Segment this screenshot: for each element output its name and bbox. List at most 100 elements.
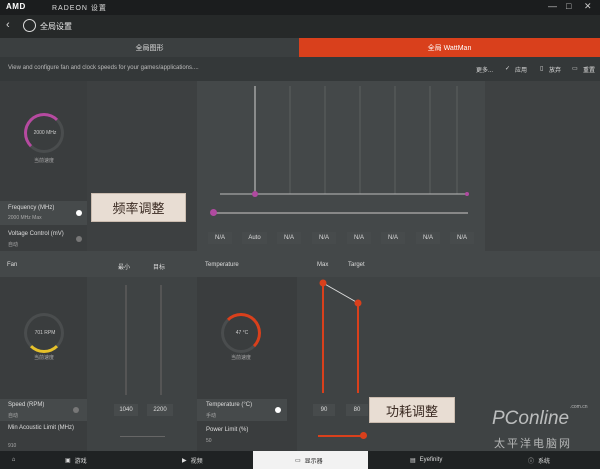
eyefinity-icon: ▤ [410,457,416,464]
globe-icon [23,19,36,32]
nav-video[interactable]: ▶ 视频 [137,451,253,469]
home-button[interactable]: ⌂ [0,451,27,469]
state-chip[interactable]: N/A [347,232,371,244]
nav-system[interactable]: ⓘ 系统 [483,451,600,469]
fan-min-value[interactable]: 1040 [114,404,138,416]
nav-display-label: 显示器 [304,458,323,465]
min-acoustic-value: 910 [8,443,17,449]
nav-system-label: 系统 [538,458,551,465]
fan-target-slider[interactable] [160,285,162,395]
min-acoustic-row[interactable]: Min Acoustic Limit (MHz) 910 [0,422,87,451]
power-limit-label: Power Limit (%) [206,427,249,433]
temperature-gauge-label: 当前速度 [230,355,251,361]
state-chip[interactable]: Auto [242,232,267,244]
frequency-chart [220,86,469,197]
state-chip[interactable]: N/A [416,232,440,244]
temp-target-handle[interactable] [354,299,362,307]
fan-gauge-value: 701 RPM [34,330,56,336]
frequency-toggle[interactable] [76,210,82,216]
frequency-row[interactable]: Frequency (MHz) 2000 MHz Max [0,201,87,225]
frequency-point[interactable] [465,192,469,196]
frequency-value: 2000 MHz Max [8,215,42,221]
check-icon: ✓ [505,66,511,72]
temp-max-value[interactable]: 90 [313,404,335,416]
watermark-cn: 太平洋电脑网 [494,438,572,450]
gpu-clock-gauge-label: 当前速度 [33,158,54,164]
power-adjust-callout: 功耗调整 [369,397,455,423]
fan-gauge-label: 当前速度 [33,355,54,361]
close-button[interactable]: ✕ [584,1,592,12]
fan-min-header: 最小 [118,265,131,271]
fan-speed-row[interactable]: Speed (RPM) 自动 [0,399,87,421]
back-arrow-icon[interactable]: ‹ [6,19,10,31]
temperature-section-label: Temperature [205,262,239,268]
voltage-value: 自动 [8,242,19,248]
gpu-right-panel [485,81,600,251]
fan-min-slider[interactable] [125,285,127,395]
state-chip[interactable]: N/A [381,232,405,244]
frequency-label: Frequency (MHz) [8,205,55,211]
column-header-row [0,251,600,277]
fan-section-label: Fan [7,262,18,268]
power-limit-value: 50 [206,438,212,444]
temp-max-handle[interactable] [319,279,327,287]
bottom-nav: ⌂ ▣ 游戏 ▶ 视频 ▭ 显示器 ▤ Eyefinity ⓘ 系统 [0,451,600,469]
temperature-row[interactable]: Temperature (°C) 手动 [197,399,287,421]
nav-gaming-label: 游戏 [74,458,87,465]
nav-eyefinity[interactable]: ▤ Eyefinity [368,451,483,469]
gpu-clock-panel [0,81,87,251]
state-chip[interactable]: N/A [312,232,336,244]
temp-target-value[interactable]: 80 [346,404,368,416]
power-limit-handle[interactable] [360,432,367,439]
discard-button[interactable]: 放弃 [549,65,561,74]
trash-icon: ▯ [540,66,544,72]
temp-target-header: Target [348,262,365,268]
minimize-button[interactable]: — [548,1,557,11]
title-bar: AMD RADEON 设置 — □ ✕ [0,0,600,15]
voltage-row[interactable]: Voltage Control (mV) 自动 [0,227,87,251]
fan-speed-toggle[interactable] [73,407,79,413]
apply-button[interactable]: 应用 [515,65,527,74]
frequency-slider-handle[interactable] [210,209,217,216]
fan-target-value[interactable]: 2200 [147,404,173,416]
reset-button[interactable]: 重置 [583,65,595,74]
power-limit-slider[interactable] [318,435,363,437]
temperature-toggle[interactable] [275,407,281,413]
state-chip[interactable]: N/A [208,232,232,244]
more-button[interactable]: 更多... [476,65,493,74]
nav-eyefinity-label: Eyefinity [419,457,443,463]
temperature-label: Temperature (°C) [206,402,253,408]
info-icon: ⓘ [528,458,535,465]
monitor-icon: ▭ [295,457,301,464]
maximize-button[interactable]: □ [566,1,571,11]
nav-gaming[interactable]: ▣ 游戏 [27,451,137,469]
state-chip[interactable]: N/A [450,232,474,244]
nav-video-label: 视频 [190,458,203,465]
voltage-label: Voltage Control (mV) [8,231,64,237]
min-acoustic-slider[interactable] [120,436,165,437]
tab-global-graphics[interactable]: 全局图形 [0,38,299,57]
power-limit-row[interactable]: Power Limit (%) 50 [197,424,287,451]
pconline-watermark: PConline .com.cn 太平洋电脑网 [492,402,598,450]
temperature-gauge-value: 47 °C [235,330,249,336]
nav-display[interactable]: ▭ 显示器 [253,451,368,469]
play-icon: ▶ [182,457,187,464]
page-header: ‹ 全局设置 [0,15,600,38]
toolbar: View and configure fan and clock speeds … [0,57,600,81]
gamepad-icon: ▣ [65,457,71,464]
frequency-point[interactable] [252,191,258,197]
tab-global-wattman[interactable]: 全局 WattMan [299,38,600,57]
state-chip[interactable]: N/A [277,232,301,244]
temperature-value: 手动 [206,413,217,419]
home-icon: ⌂ [11,457,16,463]
amd-logo: AMD [6,2,26,11]
voltage-toggle[interactable] [76,236,82,242]
page-description: View and configure fan and clock speeds … [8,65,199,71]
frequency-slider-track[interactable] [213,212,468,214]
tab-bar: 全局图形 全局 WattMan [0,38,600,57]
fan-speed-value: 自动 [8,413,19,419]
page-title: 全局设置 [40,22,72,31]
gpu-clock-gauge-value: 2000 MHz [33,130,57,136]
watermark-brand: PConline [492,408,570,429]
app-title: RADEON 设置 [52,5,107,12]
